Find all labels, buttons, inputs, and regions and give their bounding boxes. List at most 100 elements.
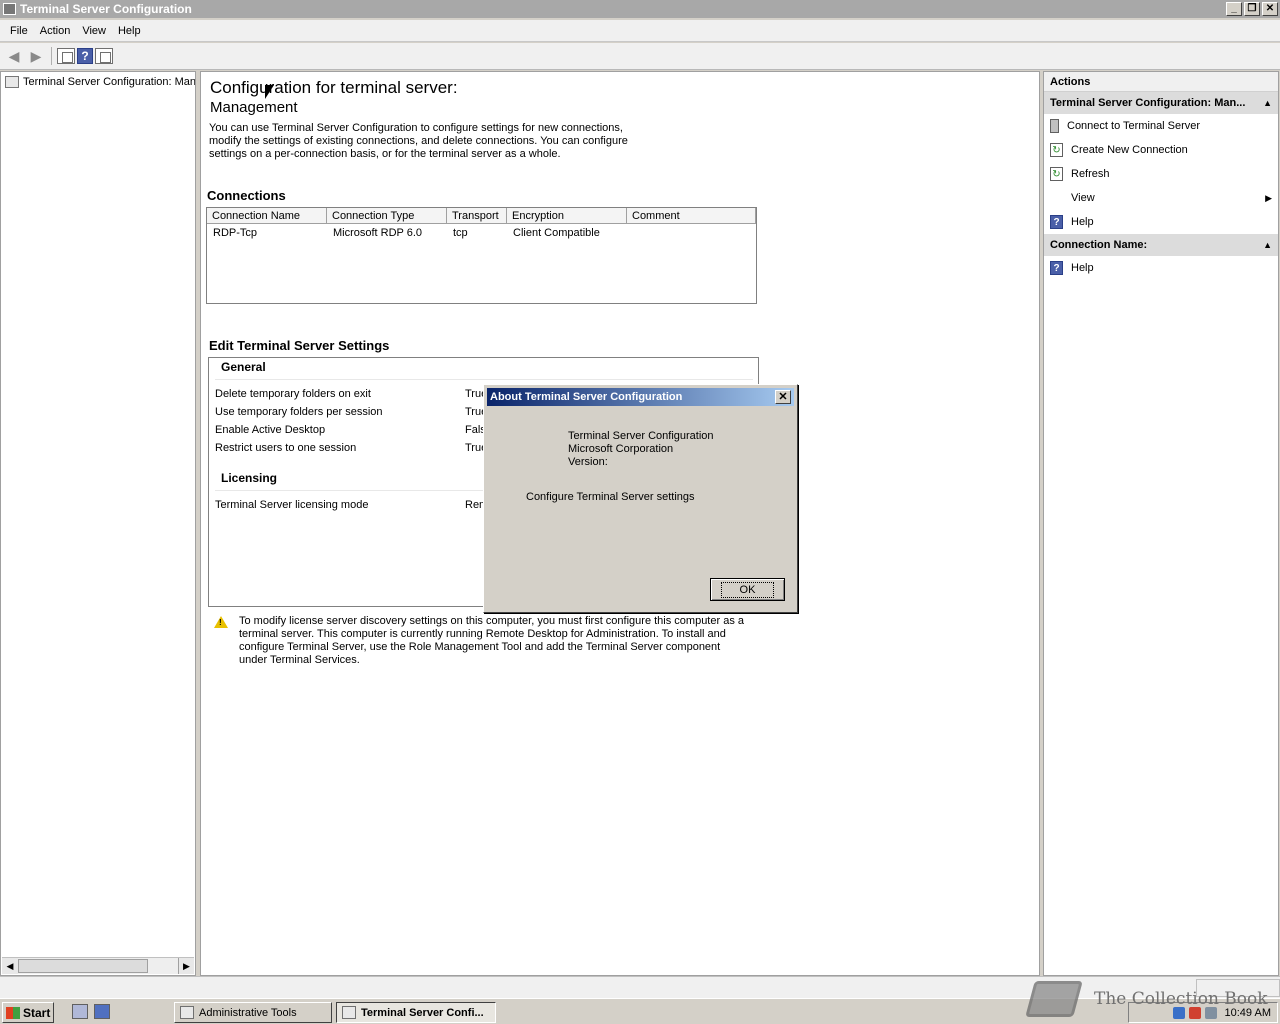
watermark-text: The Collection Book <box>1094 989 1268 1009</box>
page-description: You can use Terminal Server Configuratio… <box>209 122 628 160</box>
column-encryption[interactable]: Encryption <box>507 208 627 223</box>
group-divider <box>215 379 753 380</box>
action-label: Connect to Terminal Server <box>1067 120 1201 132</box>
terminal-server-icon <box>342 1006 356 1019</box>
setting-label: Restrict users to one session <box>215 442 357 454</box>
section-title: Terminal Server Configuration: Man... <box>1050 97 1246 109</box>
tree-item-root[interactable]: Terminal Server Configuration: Man <box>5 74 195 90</box>
group-licensing-heading: Licensing <box>221 471 278 485</box>
about-dialog: About Terminal Server Configuration ✕ Te… <box>483 384 798 613</box>
product-description: Configure Terminal Server settings <box>526 491 695 503</box>
show-desktop-icon[interactable] <box>94 1004 110 1019</box>
window-controls: _ ❐ ✕ <box>1226 2 1278 16</box>
column-connection-type[interactable]: Connection Type <box>327 208 447 223</box>
restore-button[interactable]: ❐ <box>1244 2 1260 16</box>
show-hide-tree-icon[interactable] <box>57 48 75 64</box>
ok-button[interactable]: OK <box>710 578 785 601</box>
scrollbar-thumb[interactable] <box>18 959 148 973</box>
start-button[interactable]: Start <box>2 1002 54 1023</box>
watermark: The Collection Book <box>1025 977 1275 1023</box>
window-titlebar: Terminal Server Configuration _ ❐ ✕ <box>0 0 1280 18</box>
tree-item-label: Terminal Server Configuration: Man <box>23 76 195 88</box>
action-create-new-connection[interactable]: ↻ Create New Connection <box>1044 138 1278 162</box>
column-comment[interactable]: Comment <box>627 208 756 223</box>
menu-action[interactable]: Action <box>34 20 77 42</box>
help-icon: ? <box>1050 261 1063 275</box>
task-terminal-server-config[interactable]: Terminal Server Confi... <box>336 1002 496 1023</box>
scroll-left-arrow-icon[interactable]: ◀ <box>2 958 18 974</box>
ok-label: OK <box>720 581 775 598</box>
action-view[interactable]: View ▶ <box>1044 186 1278 210</box>
setting-label: Enable Active Desktop <box>215 424 326 436</box>
version-label: Version: <box>568 456 608 468</box>
server-icon <box>1050 119 1059 133</box>
show-hide-action-pane-icon[interactable] <box>95 48 113 64</box>
connections-heading: Connections <box>207 188 286 203</box>
minimize-button[interactable]: _ <box>1226 2 1242 16</box>
console-tree: Terminal Server Configuration: Man ◀ ▶ <box>0 71 196 976</box>
action-label: Refresh <box>1071 168 1110 180</box>
refresh-icon: ↻ <box>1050 167 1063 181</box>
task-label: Administrative Tools <box>199 1006 297 1019</box>
collapse-icon[interactable]: ▲ <box>1263 92 1272 114</box>
page-subtitle: Management <box>210 99 298 116</box>
action-help[interactable]: ? Help <box>1044 210 1278 234</box>
cell-connection-name: RDP-Tcp <box>213 227 258 239</box>
section-title: Connection Name: <box>1050 239 1148 251</box>
book-logo-icon <box>1025 981 1083 1017</box>
app-icon <box>3 3 16 15</box>
cell-connection-type: Microsoft RDP 6.0 <box>333 227 423 239</box>
cell-encryption: Client Compatible <box>513 227 600 239</box>
close-button[interactable]: ✕ <box>1262 2 1278 16</box>
back-arrow-icon[interactable]: ◀ <box>4 46 24 66</box>
menu-view[interactable]: View <box>76 20 112 42</box>
server-manager-icon[interactable] <box>72 1004 88 1019</box>
table-row[interactable]: RDP-Tcp Microsoft RDP 6.0 tcp Client Com… <box>207 224 756 242</box>
actions-section-server[interactable]: Terminal Server Configuration: Man... ▲ <box>1044 92 1278 114</box>
setting-label: Delete temporary folders on exit <box>215 388 371 400</box>
actions-pane: Actions Terminal Server Configuration: M… <box>1043 71 1279 976</box>
edit-settings-heading: Edit Terminal Server Settings <box>209 338 390 353</box>
action-label: Help <box>1071 216 1094 228</box>
connections-table: Connection Name Connection Type Transpor… <box>206 207 757 304</box>
scroll-right-arrow-icon[interactable]: ▶ <box>178 958 194 974</box>
mouse-cursor-icon <box>265 85 274 99</box>
action-label: View <box>1071 192 1095 204</box>
company-name: Microsoft Corporation <box>568 443 674 455</box>
menu-file[interactable]: File <box>4 20 34 42</box>
collapse-icon[interactable]: ▲ <box>1263 234 1272 256</box>
cell-transport: tcp <box>453 227 468 239</box>
action-connect-to-terminal-server[interactable]: Connect to Terminal Server <box>1044 114 1278 138</box>
dialog-close-button[interactable]: ✕ <box>775 390 791 404</box>
column-connection-name[interactable]: Connection Name <box>207 208 327 223</box>
task-administrative-tools[interactable]: Administrative Tools <box>174 1002 332 1023</box>
window-title: Terminal Server Configuration <box>20 2 192 16</box>
help-icon[interactable]: ? <box>77 48 93 64</box>
dialog-title: About Terminal Server Configuration <box>490 391 683 403</box>
terminal-server-icon <box>5 76 19 88</box>
action-help[interactable]: ? Help <box>1044 256 1278 280</box>
table-header: Connection Name Connection Type Transpor… <box>207 208 756 224</box>
task-label: Terminal Server Confi... <box>361 1006 484 1019</box>
product-name: Terminal Server Configuration <box>568 430 714 442</box>
toolbar-separator <box>51 47 52 65</box>
actions-section-connection[interactable]: Connection Name: ▲ <box>1044 234 1278 256</box>
warning-text: To modify license server discovery setti… <box>239 615 744 666</box>
dialog-titlebar: About Terminal Server Configuration ✕ <box>487 388 794 406</box>
action-label: Help <box>1071 262 1094 274</box>
tree-horizontal-scrollbar[interactable]: ◀ ▶ <box>2 957 194 974</box>
cell-comment <box>627 224 756 242</box>
toolbar: ◀ ▶ ? <box>0 43 1280 70</box>
page-title: Configuration for terminal server: <box>210 78 458 97</box>
action-refresh[interactable]: ↻ Refresh <box>1044 162 1278 186</box>
action-label: Create New Connection <box>1071 144 1188 156</box>
windows-logo-icon <box>6 1006 20 1019</box>
menu-bar: File Action View Help <box>0 20 1280 42</box>
group-general-heading: General <box>221 360 266 374</box>
forward-arrow-icon[interactable]: ▶ <box>26 46 46 66</box>
new-connection-icon: ↻ <box>1050 143 1063 157</box>
warning-icon: ! <box>214 616 228 628</box>
menu-help[interactable]: Help <box>112 20 147 42</box>
help-icon: ? <box>1050 215 1063 229</box>
column-transport[interactable]: Transport <box>447 208 507 223</box>
